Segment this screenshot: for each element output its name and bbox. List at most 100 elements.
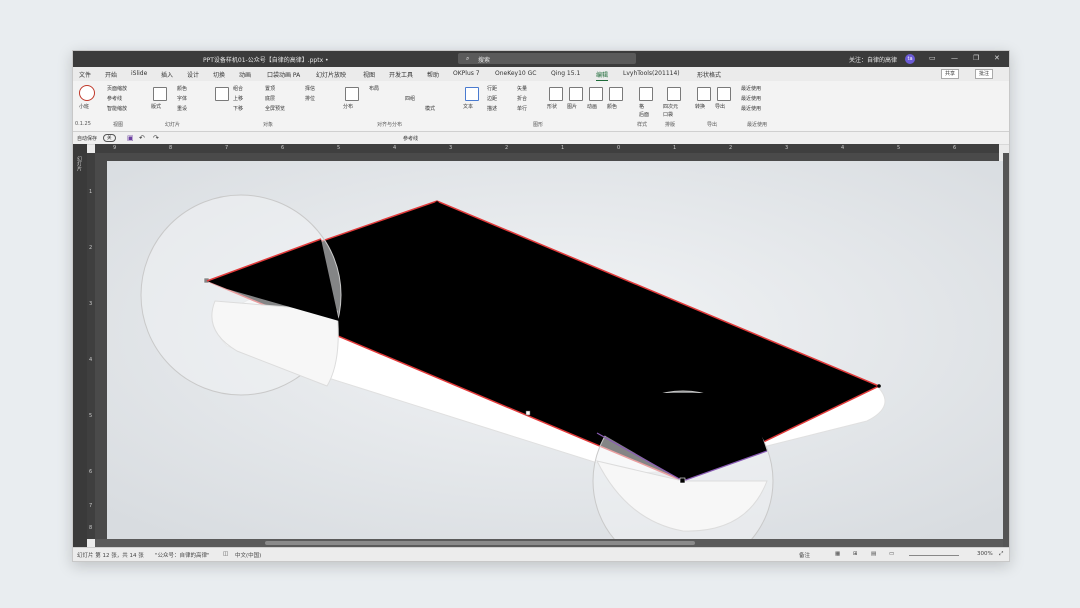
layout-icon[interactable] <box>153 87 167 101</box>
slide-fonts-button[interactable]: 字体 <box>177 95 187 102</box>
fourth-dim-icon[interactable] <box>667 87 681 101</box>
horizontal-scroll-thumb[interactable] <box>265 541 695 545</box>
object-select-button[interactable]: 择信 <box>305 85 315 92</box>
tab-design[interactable]: 设计 <box>187 70 199 79</box>
avatar[interactable]: ta <box>905 54 915 64</box>
view-item-page-zoom[interactable]: 页面缩放 <box>107 85 127 92</box>
tab-islide[interactable]: iSlide <box>131 70 147 77</box>
brush-icon[interactable] <box>639 87 653 101</box>
save-icon[interactable]: ▣ <box>127 134 134 142</box>
object-top-button[interactable]: 置顶 <box>265 85 275 92</box>
zoom-level[interactable]: 300% <box>977 551 993 557</box>
tab-qing[interactable]: Qing 15.1 <box>551 70 580 77</box>
fill-icon[interactable] <box>215 87 229 101</box>
maximize-icon[interactable]: ❐ <box>973 54 979 62</box>
view-item-guides[interactable]: 参考线 <box>107 95 122 102</box>
shape-picture-button[interactable]: 图片 <box>567 103 577 110</box>
shape-linespacing-button[interactable]: 行距 <box>487 85 497 92</box>
recent-item-2[interactable]: 最近使用 <box>741 95 761 102</box>
fit-to-window-icon[interactable]: ⤢ <box>999 551 1003 558</box>
zoom-label[interactable]: 小班 <box>79 103 89 110</box>
object-group-button[interactable]: 组合 <box>233 85 243 92</box>
qat-guides-label[interactable]: 参考线 <box>403 135 418 142</box>
tab-slideshow[interactable]: 幻灯片放映 <box>316 70 346 79</box>
shape-animation-button[interactable]: 动画 <box>587 103 597 110</box>
text-a-icon[interactable] <box>465 87 479 101</box>
star-icon[interactable] <box>589 87 603 101</box>
tab-transitions[interactable]: 切换 <box>213 70 225 79</box>
recent-item-1[interactable]: 最近使用 <box>741 85 761 92</box>
slide-layout-button[interactable]: 版式 <box>151 103 161 110</box>
slideshow-icon[interactable]: ▭ <box>889 551 894 557</box>
tab-home[interactable]: 开始 <box>105 70 117 79</box>
picture-icon[interactable] <box>569 87 583 101</box>
align-distribute-button[interactable]: 分布 <box>343 103 353 110</box>
horizontal-scrollbar[interactable] <box>95 539 1003 547</box>
autosave-toggle[interactable]: 关 <box>103 134 116 142</box>
tab-lvyhtools[interactable]: LvyhTools(201114) <box>623 70 680 77</box>
shape-singleline-button[interactable]: 单行 <box>517 105 527 112</box>
tab-animations[interactable]: 动画 <box>239 70 251 79</box>
tab-onekey[interactable]: OneKey10 GC <box>495 70 536 77</box>
object-bottom-button[interactable]: 底层 <box>265 95 275 102</box>
export-convert-button[interactable]: 转换 <box>695 103 705 110</box>
layout-4d-button[interactable]: 四次元 <box>663 103 678 110</box>
tab-okplus[interactable]: OKPlus 7 <box>453 70 480 77</box>
tab-developer[interactable]: 开发工具 <box>389 70 413 79</box>
slide-sorter-icon[interactable]: ⊞ <box>853 551 858 557</box>
slide-colors-button[interactable]: 颜色 <box>177 85 187 92</box>
slide-canvas[interactable] <box>107 161 1003 539</box>
shape-text-button[interactable]: 文本 <box>463 103 473 110</box>
thumbnail-panel[interactable]: 幻灯片 <box>73 144 87 547</box>
zoom-badge-icon[interactable] <box>79 85 95 101</box>
share-button[interactable]: 共享 <box>941 69 960 79</box>
normal-view-icon[interactable]: ▦ <box>835 551 840 557</box>
ribbon-display-icon[interactable]: ▭ <box>929 54 936 62</box>
shape-margin-button[interactable]: 边距 <box>487 95 497 102</box>
style-back-button[interactable]: 后面 <box>639 111 649 118</box>
notes-button[interactable]: 备注 <box>799 551 810 559</box>
tab-edit[interactable]: 编辑 <box>596 70 609 81</box>
language-status[interactable]: 中文(中国) <box>235 551 261 559</box>
export-export-button[interactable]: 导出 <box>715 103 725 110</box>
style-format-button[interactable]: 格 <box>639 103 644 110</box>
align-group-button[interactable]: 四组 <box>405 95 415 102</box>
palette-icon[interactable] <box>609 87 623 101</box>
tab-file[interactable]: 文件 <box>79 70 91 79</box>
distribute-icon[interactable] <box>345 87 359 101</box>
shape-merge-button[interactable]: 折合 <box>517 95 527 102</box>
redo-icon[interactable]: ↷ <box>153 134 159 142</box>
tab-pocket-animation[interactable]: 口袋动画 PA <box>267 70 300 79</box>
search-box[interactable]: ⌕ 搜索 <box>458 53 636 64</box>
object-down-button[interactable]: 下移 <box>233 105 243 112</box>
zoom-slider[interactable] <box>909 555 959 556</box>
tab-view[interactable]: 视图 <box>363 70 375 79</box>
shape-color-button[interactable]: 颜色 <box>607 103 617 110</box>
shape-vector-button[interactable]: 矢量 <box>517 85 527 92</box>
undo-icon[interactable]: ↶ <box>139 134 145 142</box>
comment-button[interactable]: 批注 <box>975 69 994 79</box>
tab-help[interactable]: 帮助 <box>427 70 439 79</box>
close-icon[interactable]: ✕ <box>994 54 1000 62</box>
shape-shape-button[interactable]: 形状 <box>547 103 557 110</box>
vertical-scrollbar[interactable] <box>1003 153 1009 547</box>
align-layout-button[interactable]: 布局 <box>369 85 379 92</box>
tab-insert[interactable]: 插入 <box>161 70 173 79</box>
slide-reset-button[interactable]: 重设 <box>177 105 187 112</box>
align-mode-button[interactable]: 模式 <box>425 105 435 112</box>
minimize-icon[interactable]: — <box>951 54 958 62</box>
tab-shape-format[interactable]: 形状格式 <box>697 70 721 79</box>
shape-icon[interactable] <box>549 87 563 101</box>
layout-pocket-button[interactable]: 口袋 <box>663 111 673 118</box>
view-item-smart-zoom[interactable]: 智能缩放 <box>107 105 127 112</box>
shape-describe-button[interactable]: 描述 <box>487 105 497 112</box>
group-label-style: 样式 <box>637 122 648 128</box>
convert-icon[interactable] <box>697 87 711 101</box>
language-icon[interactable]: ◫ <box>223 551 228 557</box>
object-up-button[interactable]: 上移 <box>233 95 243 102</box>
object-fullscreen-button[interactable]: 全屏预览 <box>265 105 285 112</box>
export-icon[interactable] <box>717 87 731 101</box>
recent-item-3[interactable]: 最近使用 <box>741 105 761 112</box>
reading-view-icon[interactable]: ▤ <box>871 551 876 557</box>
object-rank-button[interactable]: 排位 <box>305 95 315 102</box>
